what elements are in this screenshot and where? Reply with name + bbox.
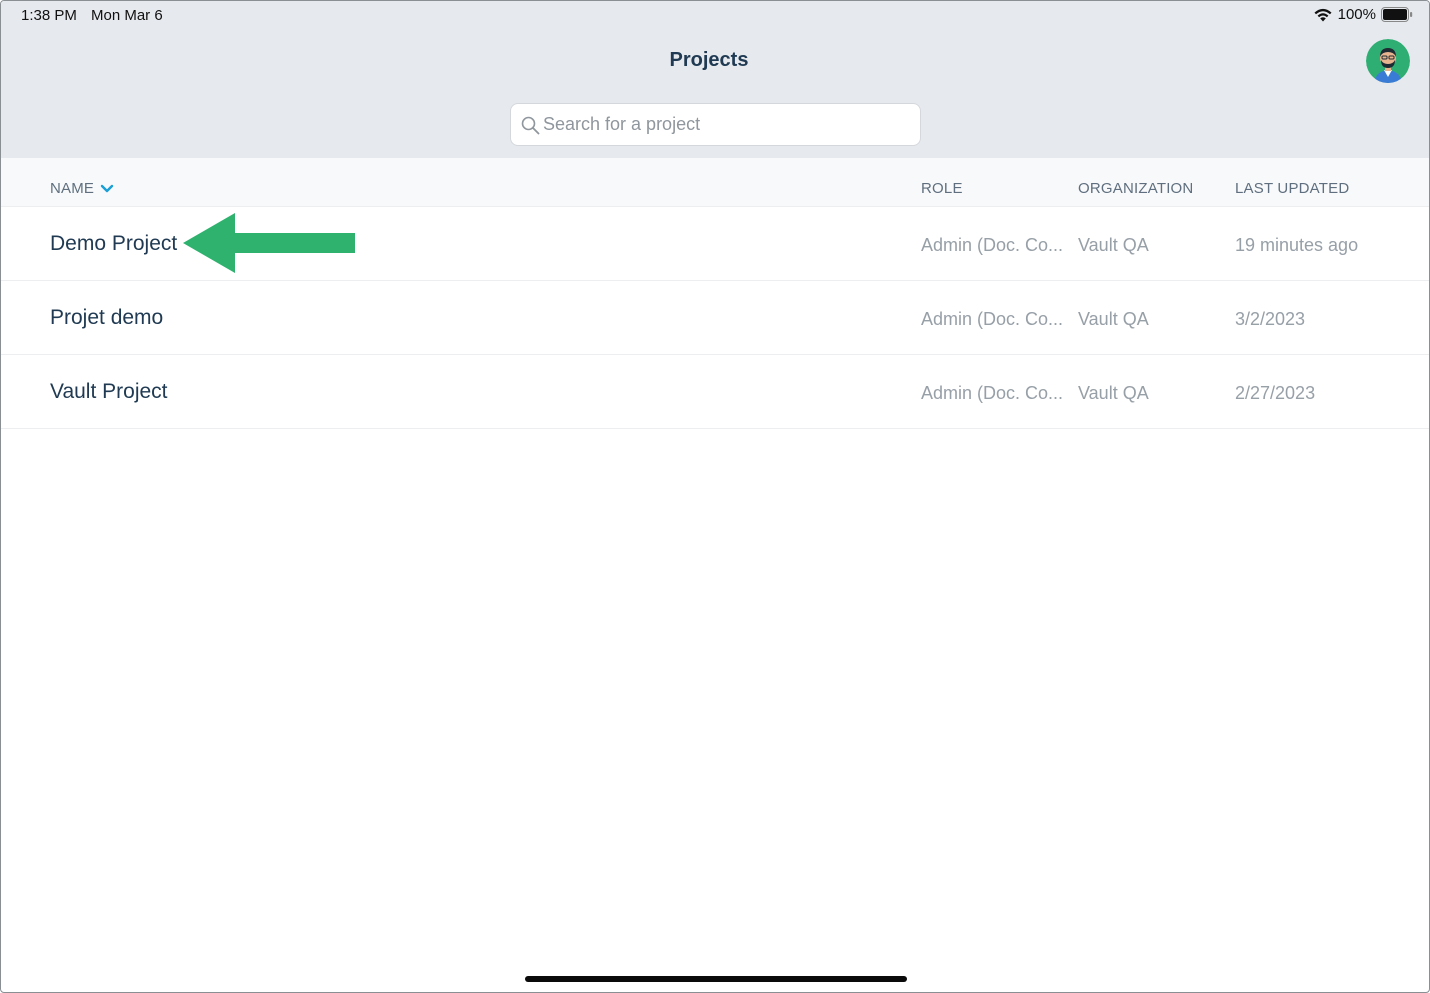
status-date: Mon Mar 6: [91, 7, 163, 24]
table-row[interactable]: Vault Project Admin (Doc. Co... Vault QA…: [1, 355, 1429, 429]
table-header: NAME ROLE ORGANIZATION LAST UPDATED: [1, 158, 1429, 207]
project-last-updated: 3/2/2023: [1235, 309, 1306, 329]
search-input[interactable]: [543, 104, 913, 145]
battery-percentage: 100%: [1337, 6, 1376, 23]
project-role: Admin (Doc. Co...: [921, 235, 1064, 255]
project-last-updated: 19 minutes ago: [1235, 235, 1359, 255]
search-box[interactable]: [510, 103, 921, 146]
column-header-name-label: NAME: [50, 180, 95, 197]
project-last-updated: 2/27/2023: [1235, 383, 1316, 403]
project-name: Projet demo: [50, 306, 164, 329]
column-header-name[interactable]: NAME: [50, 180, 114, 197]
column-header-last-updated[interactable]: LAST UPDATED: [1235, 180, 1349, 197]
table-row[interactable]: Projet demo Admin (Doc. Co... Vault QA 3…: [1, 281, 1429, 355]
user-avatar-icon: [1366, 39, 1410, 83]
project-organization: Vault QA: [1078, 383, 1149, 403]
app-window: 1:38 PM Mon Mar 6 100% Projects Search f…: [0, 0, 1430, 993]
status-indicators: 100%: [1313, 6, 1413, 23]
column-header-role[interactable]: ROLE: [921, 180, 963, 197]
project-role: Admin (Doc. Co...: [921, 309, 1064, 329]
battery-icon: [1381, 7, 1413, 22]
column-header-organization[interactable]: ORGANIZATION: [1078, 180, 1193, 197]
wifi-icon: [1314, 8, 1332, 21]
arrow-left-icon: [183, 213, 355, 273]
home-indicator[interactable]: [525, 976, 907, 982]
project-name: Demo Project: [50, 232, 178, 255]
project-name: Vault Project: [50, 380, 168, 403]
top-header-area: 1:38 PM Mon Mar 6 100% Projects: [1, 1, 1429, 158]
avatar[interactable]: [1366, 39, 1410, 83]
status-time: 1:38 PM: [21, 7, 77, 24]
status-bar: 1:38 PM Mon Mar 6 100%: [1, 1, 1429, 31]
project-organization: Vault QA: [1078, 309, 1149, 329]
chevron-down-icon: [100, 184, 114, 192]
search-icon: [521, 116, 540, 135]
project-organization: Vault QA: [1078, 235, 1149, 255]
page-title: Projects: [669, 49, 749, 71]
project-role: Admin (Doc. Co...: [921, 383, 1064, 403]
